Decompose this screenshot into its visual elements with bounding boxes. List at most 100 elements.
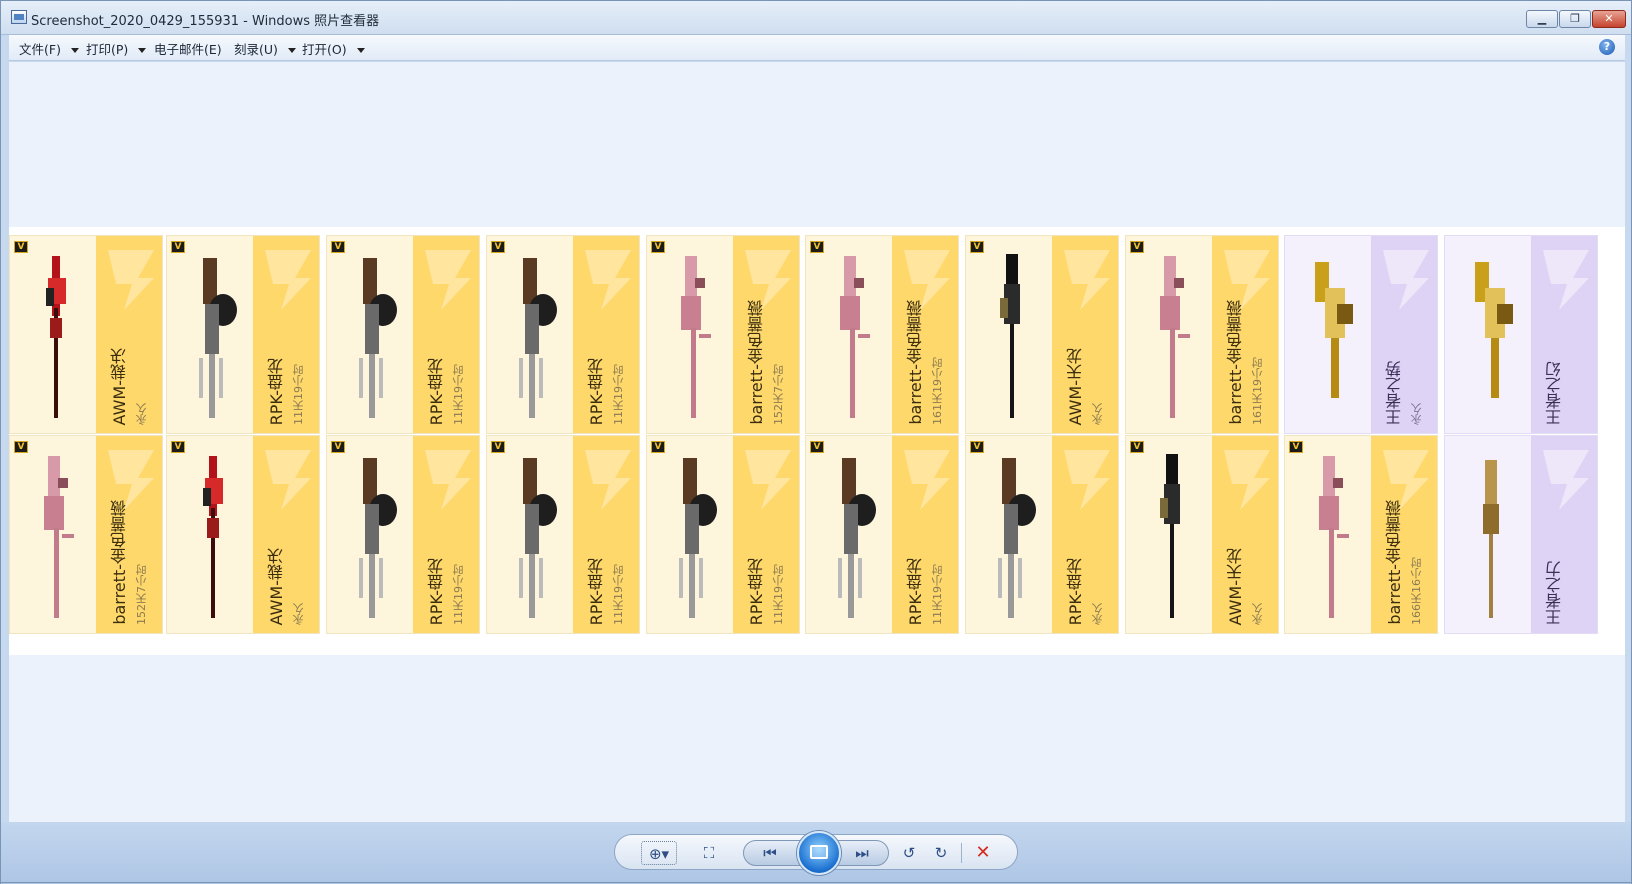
weapon-card: V RPK-盘龙 11天19小时 — [326, 435, 480, 634]
cf-logo-icon — [581, 444, 635, 514]
menu-open[interactable]: 打开(O) — [302, 39, 365, 58]
cf-logo-icon — [581, 244, 635, 314]
weapon-info-panel: RPK-盘龙 永久 — [1052, 436, 1118, 633]
weapon-card: V AWM-天龙 永久 — [1125, 435, 1279, 634]
weapon-duration: 152天7小时 — [135, 564, 148, 625]
dropdown-caret-icon — [70, 48, 79, 53]
weapon-image — [1457, 448, 1523, 624]
weapon-image — [339, 448, 405, 624]
weapon-image — [22, 248, 88, 424]
weapon-name: AWM-裁决 — [110, 347, 129, 425]
weapon-duration: 永久 — [1091, 403, 1104, 425]
dropdown-caret-icon — [356, 48, 365, 53]
weapon-image — [818, 448, 884, 624]
weapon-name: barrett-金色蔷薇 — [1385, 500, 1404, 625]
previous-image-button[interactable]: ⏮ — [755, 841, 785, 865]
title-bar[interactable]: Screenshot_2020_0429_155931 - Windows 照片… — [1, 1, 1631, 35]
menu-burn[interactable]: 刻录(U) — [234, 39, 296, 58]
slideshow-button[interactable] — [797, 831, 841, 875]
weapon-name: 王者之幻 — [1545, 361, 1564, 425]
weapon-name: barrett-金色蔷薇 — [747, 300, 766, 425]
weapon-name: AWM-天龙 — [1226, 547, 1245, 625]
weapon-name: RPK-盘龙 — [747, 557, 766, 625]
weapon-image — [1138, 248, 1204, 424]
actual-size-button[interactable]: ⛶ — [697, 841, 721, 865]
weapon-card: 王者之力 — [1444, 435, 1598, 634]
photo-viewer-app-icon — [11, 10, 27, 24]
weapon-info-panel: AWM-天龙 永久 — [1212, 436, 1278, 633]
weapon-duration: 永久 — [292, 603, 305, 625]
weapon-duration: 11天19小时 — [931, 564, 944, 625]
weapon-info-panel: barrett-金色蔷薇 161天19小时 — [1212, 236, 1278, 433]
weapon-name: AWM-裁决 — [267, 547, 286, 625]
dropdown-caret-icon — [287, 48, 296, 53]
weapon-name: 王者之势 — [1385, 361, 1404, 425]
weapon-card: V RPK-盘龙 11天19小时 — [166, 235, 320, 434]
menu-email[interactable]: 电子邮件(E) — [154, 39, 222, 58]
weapon-info-panel: barrett-金色蔷薇 152天7小时 — [96, 436, 162, 633]
weapon-info-panel: RPK-盘龙 11天19小时 — [413, 436, 479, 633]
weapon-image — [1297, 448, 1363, 624]
weapon-info-panel: barrett-金色蔷薇 161天19小时 — [892, 236, 958, 433]
weapon-card: Vbarrett-金色蔷薇 152天7小时 — [646, 235, 800, 434]
cf-logo-icon — [421, 444, 475, 514]
menu-bar: 文件(F) 打印(P) 电子邮件(E) 刻录(U) 打开(O) ? — [9, 35, 1625, 61]
weapon-image — [818, 248, 884, 424]
weapon-duration: 永久 — [1410, 403, 1423, 425]
maximize-button[interactable]: ❐ — [1559, 10, 1591, 28]
weapon-name: barrett-金色蔷薇 — [906, 300, 925, 425]
weapon-card: 王者之势 永久 — [1284, 235, 1438, 434]
weapon-info-panel: RPK-盘龙 11天19小时 — [573, 436, 639, 633]
cf-logo-icon — [1379, 244, 1433, 314]
weapon-info-panel: 王者之势 永久 — [1371, 236, 1437, 433]
help-icon[interactable]: ? — [1599, 39, 1615, 55]
weapon-card: Vbarrett-金色蔷薇 161天19小时 — [1125, 235, 1279, 434]
image-viewer-area[interactable]: V AWM-裁决 永久 V RPK-盘龙 11天19小时 V RPK-盘龙 11天19小时 V RP… — [9, 62, 1625, 822]
weapon-image — [978, 448, 1044, 624]
cf-logo-icon — [261, 244, 315, 314]
window-title: Screenshot_2020_0429_155931 - Windows 照片… — [31, 14, 380, 29]
toolbar-divider — [961, 843, 962, 863]
weapon-info-panel: barrett-金色蔷薇 166天16小时 — [1371, 436, 1437, 633]
cf-logo-icon — [1539, 244, 1593, 314]
weapon-image — [179, 448, 245, 624]
weapon-name: RPK-盘龙 — [427, 357, 446, 425]
minimize-button[interactable]: ▁ — [1526, 10, 1558, 28]
weapon-card: V RPK-盘龙 11天19小时 — [326, 235, 480, 434]
close-window-button[interactable]: ✕ — [1592, 10, 1626, 28]
menu-print[interactable]: 打印(P) — [86, 39, 147, 58]
weapon-name: AWM-天龙 — [1066, 347, 1085, 425]
photo-viewer-window: Screenshot_2020_0429_155931 - Windows 照片… — [0, 0, 1632, 884]
weapon-image — [179, 248, 245, 424]
weapon-name: RPK-盘龙 — [906, 557, 925, 625]
weapon-card: Vbarrett-金色蔷薇 166天16小时 — [1284, 435, 1438, 634]
weapon-duration: 11天19小时 — [772, 564, 785, 625]
weapon-image — [499, 448, 565, 624]
weapon-duration: 161天19小时 — [931, 357, 944, 425]
weapon-card: V RPK-盘龙 11天19小时 — [805, 435, 959, 634]
rotate-clockwise-button[interactable]: ↻ — [929, 841, 953, 865]
delete-button[interactable]: ✕ — [971, 841, 995, 865]
weapon-name: RPK-盘龙 — [587, 557, 606, 625]
weapon-image — [978, 248, 1044, 424]
cf-logo-icon — [741, 444, 795, 514]
weapon-info-panel: barrett-金色蔷薇 152天7小时 — [733, 236, 799, 433]
weapon-duration: 11天19小时 — [612, 364, 625, 425]
weapon-info-panel: RPK-盘龙 11天19小时 — [733, 436, 799, 633]
weapon-info-panel: AWM-天龙 永久 — [1052, 236, 1118, 433]
rotate-counterclockwise-button[interactable]: ↺ — [897, 841, 921, 865]
weapon-duration: 11天19小时 — [452, 364, 465, 425]
menu-file[interactable]: 文件(F) — [19, 39, 79, 58]
cf-logo-icon — [900, 444, 954, 514]
cf-logo-icon — [1060, 444, 1114, 514]
weapon-info-panel: RPK-盘龙 11天19小时 — [892, 436, 958, 633]
weapon-name: RPK-盘龙 — [1066, 557, 1085, 625]
weapon-duration: 永久 — [135, 403, 148, 425]
weapon-image — [659, 248, 725, 424]
weapon-duration: 11天19小时 — [612, 564, 625, 625]
zoom-button[interactable]: ⊕▾ — [641, 841, 677, 865]
weapon-card: V RPK-盘龙 11天19小时 — [486, 435, 640, 634]
weapon-duration: 永久 — [1091, 603, 1104, 625]
next-image-button[interactable]: ⏭ — [847, 841, 877, 865]
window-bottom-border — [1, 882, 1631, 883]
